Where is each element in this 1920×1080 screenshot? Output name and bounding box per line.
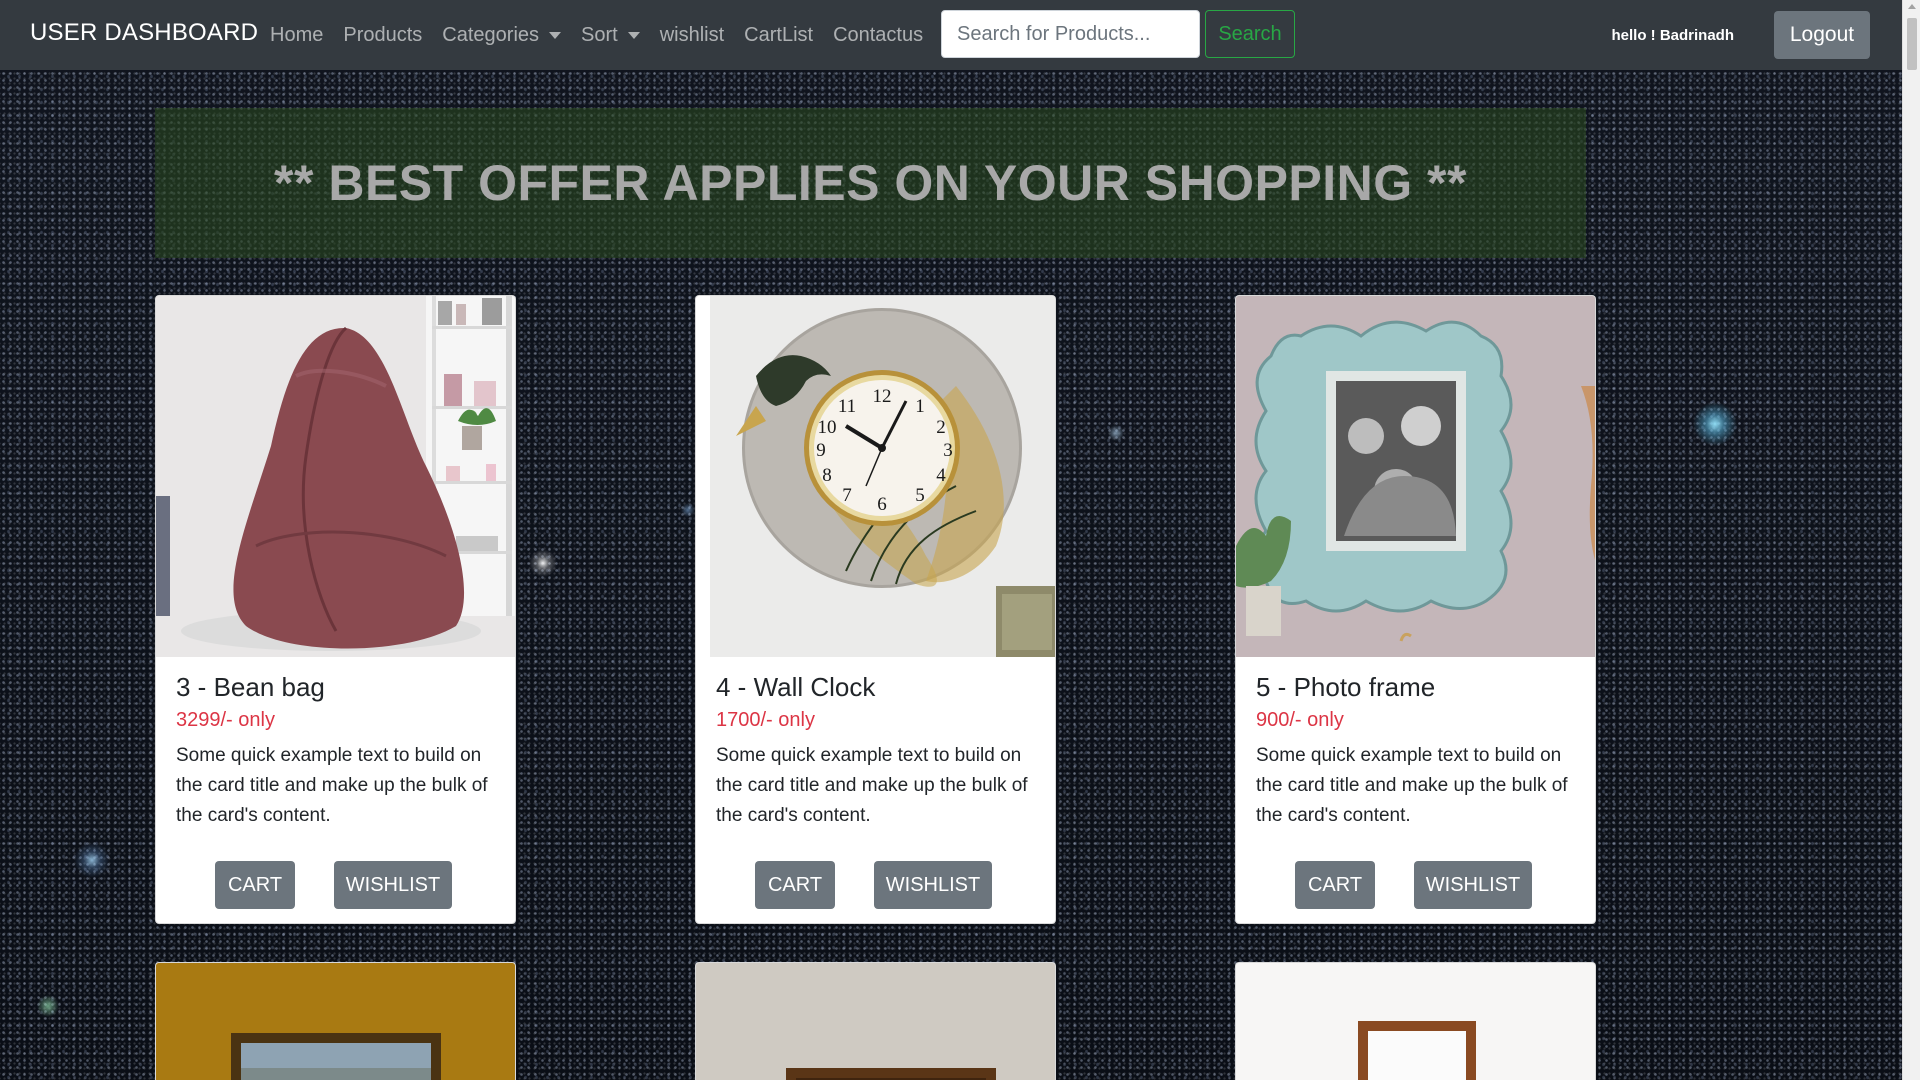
nav-sort-dropdown[interactable]: Sort [581,24,640,47]
svg-text:7: 7 [842,485,852,506]
svg-text:12: 12 [873,386,892,407]
product-price: 3299/- only [176,709,275,731]
svg-text:10: 10 [818,417,837,438]
svg-text:1: 1 [915,396,925,417]
caret-down-icon [627,31,640,39]
product-card: 12 1 2 3 4 5 6 7 8 9 10 11 4 - Wall Cloc… [695,295,1056,924]
nav-contact-link[interactable]: Contactus [833,24,923,47]
nav-links: Home Products Categories Sort wishlist C… [270,0,943,70]
product-card-body: 3 - Bean bag 3299/- only Some quick exam… [176,672,498,831]
svg-text:8: 8 [822,465,832,486]
product-card-body: 4 - Wall Clock 1700/- only Some quick ex… [716,672,1038,831]
product-card [155,962,516,1080]
page-scrollbar[interactable] [1902,0,1920,1080]
product-description: Some quick example text to build on the … [176,745,488,826]
top-navbar: USER DASHBOARD Home Products Categories … [0,0,1902,70]
add-to-wishlist-button[interactable]: WISHLIST [334,861,452,909]
nav-categories-label: Categories [442,23,540,46]
product-price: 1700/- only [716,709,815,731]
add-to-wishlist-button[interactable]: WISHLIST [874,861,992,909]
offer-banner-text: ** BEST OFFER APPLIES ON YOUR SHOPPING *… [274,155,1467,211]
svg-text:4: 4 [936,465,946,486]
product-image-painting [156,963,515,1080]
scrollbar-thumb[interactable] [1907,18,1917,70]
svg-text:3: 3 [943,440,953,461]
scroll-up-arrow-icon[interactable] [1908,4,1916,9]
nav-products-link[interactable]: Products [343,24,422,47]
product-card: 5 - Photo frame 900/- only Some quick ex… [1235,295,1596,924]
offer-banner: ** BEST OFFER APPLIES ON YOUR SHOPPING *… [155,108,1586,258]
product-description: Some quick example text to build on the … [716,745,1028,826]
product-card [1235,962,1596,1080]
search-button[interactable]: Search [1205,10,1295,58]
svg-text:9: 9 [816,440,826,461]
nav-home-link[interactable]: Home [270,24,323,47]
product-image-photo-frame [1236,296,1595,657]
product-title: 3 - Bean bag [176,672,325,702]
product-card [695,962,1056,1080]
product-card: 3 - Bean bag 3299/- only Some quick exam… [155,295,516,924]
product-title: 4 - Wall Clock [716,672,876,702]
product-price: 900/- only [1256,709,1344,731]
product-title: 5 - Photo frame [1256,672,1436,702]
svg-text:5: 5 [915,485,925,506]
add-to-wishlist-button[interactable]: WISHLIST [1414,861,1532,909]
svg-text:11: 11 [838,396,856,417]
logout-button[interactable]: Logout [1774,11,1870,59]
add-to-cart-button[interactable]: CART [215,861,295,909]
product-image-mirror [696,963,1055,1080]
add-to-cart-button[interactable]: CART [755,861,835,909]
user-greeting: hello ! Badrinadh [1611,27,1734,44]
brand-title[interactable]: USER DASHBOARD [30,19,258,47]
nav-categories-dropdown[interactable]: Categories [442,23,562,47]
nav-cartlist-link[interactable]: CartList [744,24,813,47]
svg-text:2: 2 [936,417,946,438]
nav-sort-label: Sort [581,23,618,46]
product-description: Some quick example text to build on the … [1256,745,1568,826]
nav-wishlist-link[interactable]: wishlist [660,24,724,47]
add-to-cart-button[interactable]: CART [1295,861,1375,909]
product-image-bean-bag [156,296,515,657]
product-image-wall-clock: 12 1 2 3 4 5 6 7 8 9 10 11 [696,296,1055,657]
product-image-wooden-frame [1236,963,1595,1080]
caret-down-icon [549,31,562,39]
search-input[interactable] [941,10,1200,58]
product-card-body: 5 - Photo frame 900/- only Some quick ex… [1256,672,1578,831]
svg-text:6: 6 [877,494,887,515]
